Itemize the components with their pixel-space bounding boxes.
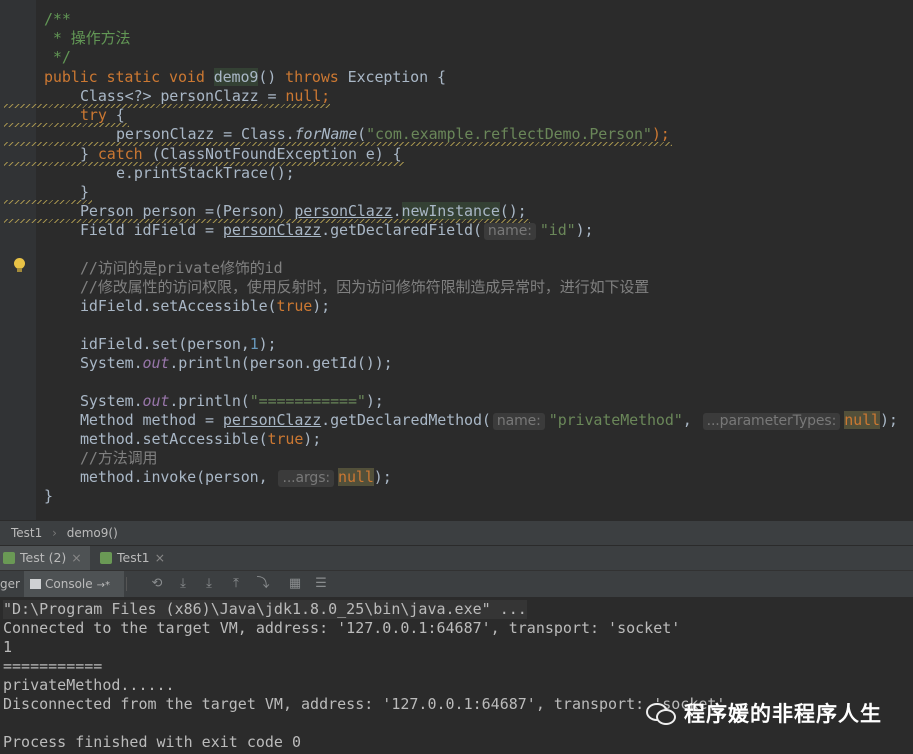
console-output[interactable]: "D:\Program Files (x86)\Java\jdk1.8.0_25… (0, 597, 913, 754)
code-line-12: Field idField = personClazz.getDeclaredF… (80, 221, 594, 240)
console-line: =========== (3, 657, 103, 675)
watermark-text: 程序媛的非程序人生 (684, 702, 882, 726)
close-icon[interactable]: × (155, 550, 165, 565)
method-signature: public static void demo9() throws Except… (44, 68, 446, 86)
code-editor[interactable]: /** * 操作方法 */ public static void demo9()… (0, 0, 913, 520)
evaluate-expression-icon[interactable]: ▦ (288, 577, 302, 591)
step-into-icon[interactable]: ⤓ (202, 577, 216, 591)
param-hint: name: (483, 223, 536, 240)
console-line: "D:\Program Files (x86)\Java\jdk1.8.0_25… (3, 600, 527, 619)
console-line: Process finished with exit code 0 (3, 733, 302, 751)
code-line-18: idField.set(person,1); (80, 335, 277, 353)
code-line-23: method.setAccessible(true); (80, 430, 322, 448)
warning-underline (4, 123, 129, 127)
warning-underline (4, 200, 92, 204)
breadcrumb-class[interactable]: Test1 (11, 521, 42, 545)
lightbulb-icon[interactable] (14, 258, 25, 272)
run-config-icon (100, 552, 112, 564)
tab-debugger[interactable]: ger (0, 571, 20, 597)
run-to-cursor-icon[interactable]: ⤵ (256, 577, 270, 591)
console-line: Disconnected from the target VM, address… (3, 695, 726, 713)
tab-console[interactable]: Console →* (24, 571, 124, 597)
code-line-24: //方法调用 (80, 449, 158, 467)
code-line-1: /** (44, 10, 71, 28)
show-execution-point-icon[interactable]: ⟲ (150, 577, 164, 591)
code-line-25: method.invoke(person, ...args: null); (80, 468, 392, 487)
console-line: privateMethod...... (3, 676, 175, 694)
watermark: 程序媛的非程序人生 (646, 698, 882, 728)
param-hint: ...args: (278, 470, 335, 487)
separator (126, 577, 141, 591)
trace-icon[interactable]: ☰ (314, 577, 328, 591)
step-over-icon[interactable]: ⤓ (176, 577, 190, 591)
code-line-9: e.printStackTrace(); (116, 164, 295, 182)
tab-test-2[interactable]: Test (2) × (0, 546, 90, 570)
console-icon (30, 579, 41, 589)
code-line-15: //修改属性的访问权限，使用反射时，因为访问修饰符限制造成异常时，进行如下设置 (80, 278, 650, 296)
console-line: 1 (3, 638, 13, 656)
code-line-16: idField.setAccessible(true); (80, 297, 331, 315)
code-line-14: //访问的是private修饰的id (80, 259, 283, 277)
param-hint: ...parameterTypes: (702, 413, 841, 430)
console-line: Connected to the target VM, address: '12… (3, 619, 681, 637)
code-line-3: */ (44, 48, 71, 66)
debug-toolbar: ger Console →* ⟲ ⤓ ⤓ ⤒ ⤵ ▦ ☰ (0, 570, 913, 598)
param-hint: name: (492, 413, 545, 430)
restore-layout-icon[interactable]: →* (97, 580, 110, 591)
run-tab-bar: Test (2) × Test1 × (0, 545, 913, 570)
code-line-19: System.out.println(person.getId()); (80, 354, 393, 372)
run-config-icon (3, 552, 15, 564)
breadcrumb-separator: › (52, 526, 57, 540)
close-icon[interactable]: × (71, 550, 81, 565)
breadcrumb: Test1 › demo9() (0, 521, 913, 545)
code-line-26: } (44, 487, 53, 505)
tab-test1[interactable]: Test1 × (100, 546, 180, 570)
breadcrumb-method[interactable]: demo9() (67, 521, 118, 545)
warning-underline (4, 104, 330, 108)
wechat-logo-icon (646, 701, 676, 725)
code-line-21: System.out.println("==========="); (80, 392, 384, 410)
code-line-22: Method method = personClazz.getDeclaredM… (80, 411, 898, 430)
code-line-2: * 操作方法 (44, 29, 131, 47)
step-out-icon[interactable]: ⤒ (229, 577, 243, 591)
